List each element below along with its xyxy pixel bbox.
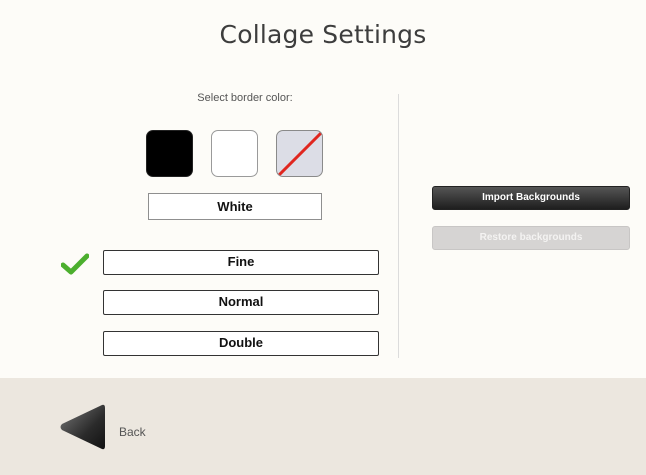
border-style-fine-button[interactable]: Fine — [103, 250, 379, 275]
back-arrow-icon[interactable] — [58, 402, 106, 452]
swatch-black-button[interactable] — [146, 130, 193, 177]
selected-color-name: White — [148, 193, 322, 220]
border-style-double-button[interactable]: Double — [103, 331, 379, 356]
import-backgrounds-button[interactable]: Import Backgrounds — [432, 186, 630, 210]
page-title: Collage Settings — [219, 20, 427, 49]
restore-backgrounds-button[interactable]: Restore backgrounds — [432, 226, 630, 250]
border-color-prompt: Select border color: — [197, 92, 293, 104]
vertical-divider — [398, 94, 399, 358]
swatch-white-button[interactable] — [211, 130, 258, 177]
no-color-icon — [277, 131, 322, 176]
swatch-none-button[interactable] — [276, 130, 323, 177]
back-label[interactable]: Back — [119, 425, 146, 439]
settings-panel: Collage Settings Select border color: Wh… — [0, 0, 646, 378]
border-style-normal-button[interactable]: Normal — [103, 290, 379, 315]
checkmark-icon — [60, 253, 90, 275]
